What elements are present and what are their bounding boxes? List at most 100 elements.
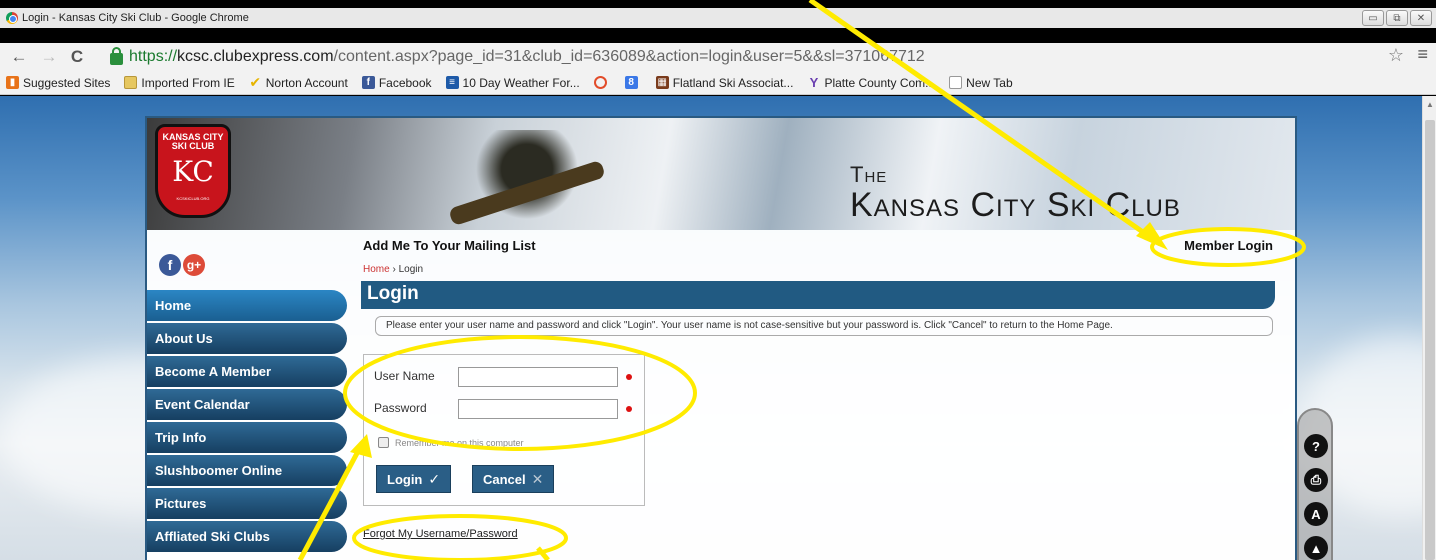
text-size-icon[interactable]: A [1304, 502, 1328, 526]
bookmark-flatland[interactable]: ▦ Flatland Ski Associat... [655, 75, 794, 90]
page-tools: ? ⎙ A ▲ [1297, 408, 1333, 560]
help-icon[interactable]: ? [1304, 434, 1328, 458]
nav-item-affiliated-ski-clubs[interactable]: Affliated Ski Clubs [147, 521, 347, 552]
bookmark-imported-from-ie[interactable]: Imported From IE [124, 75, 235, 90]
chrome-menu-icon[interactable]: ≡ [1417, 44, 1428, 65]
breadcrumb-home[interactable]: Home [363, 264, 390, 275]
weather-icon: ≡ [445, 76, 459, 89]
password-label: Password [374, 401, 427, 415]
bookmark-label: Imported From IE [141, 75, 235, 90]
forgot-password-link[interactable]: Forgot My Username/Password [363, 528, 518, 540]
bookmark-suggested-sites[interactable]: ▮ Suggested Sites [6, 76, 110, 90]
site-banner: KANSAS CITY SKI CLUB KC KCSKICLUB.ORG Th… [147, 118, 1295, 230]
platte-icon: Y [809, 75, 819, 90]
folder-icon [124, 76, 138, 89]
checkmark-icon: ✓ [428, 470, 441, 487]
window-titlebar: Login - Kansas City Ski Club - Google Ch… [0, 0, 1436, 28]
facebook-icon[interactable]: f [159, 254, 181, 276]
bookmarks-bar: ▮ Suggested Sites Imported From IE ✔ Nor… [0, 71, 1436, 95]
window-title: Login - Kansas City Ski Club - Google Ch… [22, 12, 249, 24]
breadcrumb: Home › Login [363, 264, 423, 275]
bookmark-label: Suggested Sites [23, 75, 111, 90]
loading-icon [593, 76, 607, 89]
suggested-icon: ▮ [6, 76, 19, 89]
nav-item-event-calendar[interactable]: Event Calendar [147, 389, 347, 420]
forward-button[interactable]: → [38, 47, 60, 67]
bookmark-norton-account[interactable]: ✔ Norton Account [249, 74, 348, 90]
login-button-label: Login [387, 471, 423, 487]
reload-button[interactable]: C [66, 47, 88, 67]
breadcrumb-current: Login [398, 264, 424, 275]
bookmark-label: 10 Day Weather For... [462, 75, 580, 90]
site-container: KANSAS CITY SKI CLUB KC KCSKICLUB.ORG Th… [145, 116, 1297, 560]
page-viewport: KANSAS CITY SKI CLUB KC KCSKICLUB.ORG Th… [0, 96, 1422, 560]
back-button[interactable]: ← [8, 47, 30, 67]
cancel-button-label: Cancel [483, 471, 526, 487]
member-login-link[interactable]: Member Login [1184, 238, 1273, 253]
flatland-icon: ▦ [655, 76, 669, 89]
logo-text: KANSAS CITY SKI CLUB [162, 132, 224, 151]
nav-item-pictures[interactable]: Pictures [147, 488, 347, 519]
login-form: User Name Password Remember me on this c… [363, 354, 645, 506]
banner-the: The [850, 162, 888, 187]
print-icon[interactable]: ⎙ [1304, 468, 1328, 492]
page-title: Login [361, 281, 1275, 309]
close-button[interactable]: ✕ [1410, 10, 1432, 26]
nav-item-slushboomer-online[interactable]: Slushboomer Online [147, 455, 347, 486]
bookmark-star-icon[interactable]: ☆ [1388, 45, 1404, 66]
minimize-button[interactable]: ▭ [1362, 10, 1384, 26]
remember-me[interactable]: Remember me on this computer [378, 437, 524, 448]
x-icon: ✕ [531, 470, 544, 487]
side-navigation: Home About Us Become A Member Event Cale… [147, 290, 347, 554]
top-icon[interactable]: ▲ [1304, 536, 1328, 560]
chrome-icon [6, 12, 18, 24]
required-indicator [626, 374, 632, 380]
browser-toolbar: ← → C https:// kcsc.clubexpress.com /con… [0, 43, 1436, 71]
scroll-up-icon[interactable]: ▲ [1426, 100, 1434, 109]
url-host: kcsc.clubexpress.com [177, 48, 334, 65]
social-links: f g+ [159, 254, 205, 276]
page-icon [949, 76, 963, 89]
login-instructions: Please enter your user name and password… [375, 316, 1273, 336]
scroll-thumb[interactable] [1425, 120, 1435, 560]
logo-url: KCSKICLUB.ORG [176, 196, 210, 201]
bookmark-weather[interactable]: ≡ 10 Day Weather For... [445, 75, 580, 90]
nav-item-about-us[interactable]: About Us [147, 323, 347, 354]
bookmark-facebook[interactable]: f Facebook [361, 76, 432, 90]
bookmark-label: New Tab [966, 75, 1013, 90]
facebook-icon: f [361, 76, 375, 89]
check-icon: ✔ [249, 74, 262, 90]
logo-monogram: KC [172, 155, 214, 188]
googleplus-icon[interactable]: g+ [183, 254, 205, 276]
breadcrumb-separator: › [392, 264, 396, 275]
bookmark-label: Flatland Ski Associat... [672, 75, 794, 90]
nav-item-home[interactable]: Home [147, 290, 347, 321]
bookmark-platte[interactable]: Y Platte County Com... [807, 75, 936, 90]
password-input[interactable] [458, 399, 618, 419]
bookmark-google[interactable]: 8 [624, 76, 642, 89]
nav-item-trip-info[interactable]: Trip Info [147, 422, 347, 453]
vertical-scrollbar[interactable]: ▲ [1422, 96, 1436, 560]
login-button[interactable]: Login ✓ [376, 465, 452, 493]
remember-checkbox[interactable] [378, 437, 389, 448]
username-label: User Name [374, 369, 435, 383]
bookmark-label: Platte County Com... [824, 75, 936, 90]
bookmark-label: Norton Account [265, 75, 348, 90]
mailing-list-link[interactable]: Add Me To Your Mailing List [363, 238, 536, 253]
google-icon: 8 [624, 76, 638, 89]
username-input[interactable] [458, 367, 618, 387]
remember-label: Remember me on this computer [395, 437, 524, 448]
url-path: /content.aspx?page_id=31&club_id=636089&… [333, 48, 925, 65]
bookmark-loading[interactable] [593, 76, 611, 89]
bookmark-new-tab[interactable]: New Tab [949, 75, 1013, 90]
required-indicator [626, 406, 632, 412]
address-bar[interactable]: https:// kcsc.clubexpress.com /content.a… [110, 46, 1390, 68]
window-controls: ▭ ⧉ ✕ [1362, 10, 1432, 26]
url-scheme: https:// [129, 48, 178, 65]
maximize-button[interactable]: ⧉ [1386, 10, 1408, 26]
banner-club-name: Kansas City Ski Club [850, 186, 1181, 224]
club-logo[interactable]: KANSAS CITY SKI CLUB KC KCSKICLUB.ORG [155, 124, 231, 218]
lock-icon [110, 47, 123, 65]
nav-item-become-a-member[interactable]: Become A Member [147, 356, 347, 387]
cancel-button[interactable]: Cancel ✕ [472, 465, 555, 493]
